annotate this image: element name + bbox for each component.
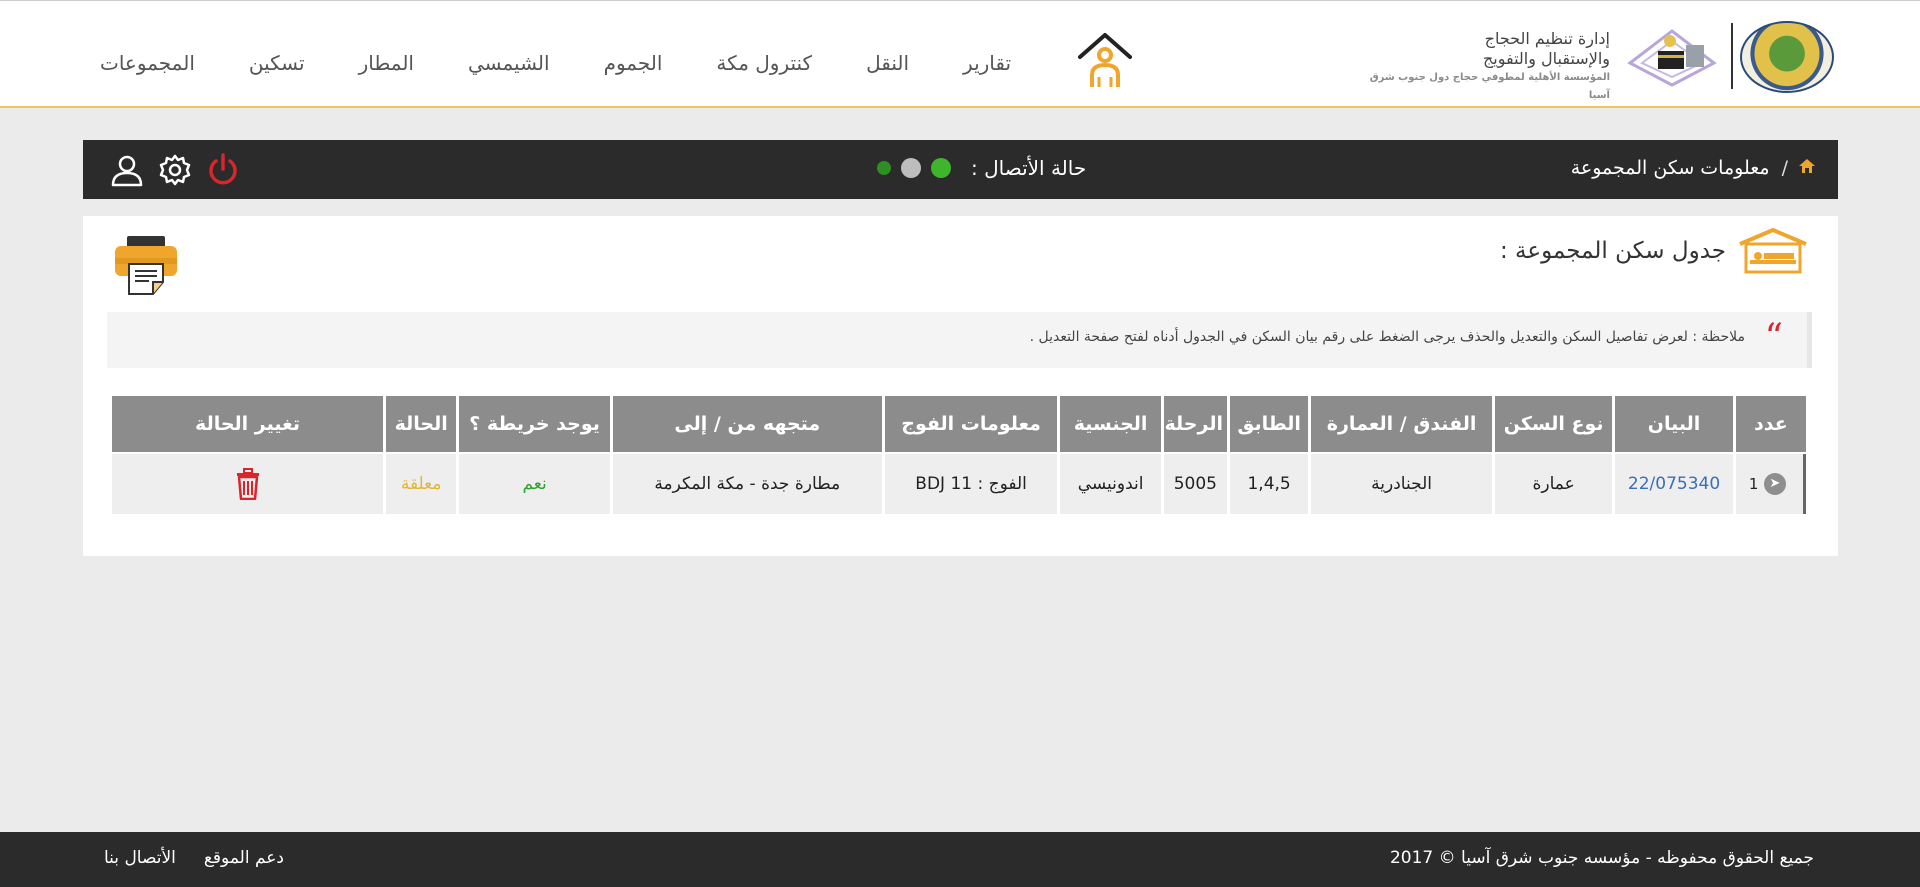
status-dot-gray	[901, 158, 921, 178]
quote-icon: “	[1764, 317, 1783, 358]
col-header-flight: الرحلة	[1163, 396, 1227, 452]
col-header-has-map: يوجد خريطة ؟	[459, 396, 610, 452]
breadcrumb-separator: /	[1781, 157, 1788, 179]
col-header-group-info: معلومات الفوج	[884, 396, 1058, 452]
logo-divider	[1731, 23, 1733, 89]
toolbar-icons	[109, 152, 241, 188]
arrow-circle-icon[interactable]: ➤	[1763, 473, 1786, 495]
logo-subtitle: والإستقبال والتفويج	[1482, 49, 1610, 68]
nav-airport[interactable]: المطار	[359, 51, 414, 79]
support-link[interactable]: دعم الموقع	[204, 848, 284, 868]
cell-housing-type: عمارة	[1494, 454, 1613, 514]
logo-org-name: المؤسسة الأهلية لمطوفي حجاج دول جنوب شرق…	[1369, 72, 1610, 101]
status-value: معلقة	[400, 474, 442, 494]
connection-status: حالة الأتصال :	[867, 156, 1086, 180]
has-map-value: نعم	[522, 474, 547, 494]
section-header: جدول سكن المجموعة :	[1500, 228, 1808, 274]
nav-housing[interactable]: تسكين	[249, 51, 305, 79]
footer: جميع الحقوق محفوظه - مؤسسه جنوب شرق آسيا…	[0, 832, 1920, 887]
cell-direction: مطارة جدة - مكة المكرمة	[612, 454, 882, 514]
footer-links: الأتصال بنا دعم الموقع	[104, 848, 284, 868]
col-header-change-status: تغيير الحالة	[112, 396, 384, 452]
kaaba-logo-icon	[1627, 29, 1717, 87]
housing-table: عدد البيان نوع السكن الفندق / العمارة ال…	[109, 394, 1809, 516]
col-header-status: الحالة	[386, 396, 457, 452]
nav-reports[interactable]: تقارير	[963, 51, 1011, 79]
bed-house-icon	[1739, 228, 1807, 274]
table-row: ➤ 1 22/075340 عمارة الجنادرية 1,4,5 5005…	[112, 454, 1806, 514]
top-header: إدارة تنظيم الحجاج والإستقبال والتفويج ا…	[0, 0, 1920, 108]
contact-link[interactable]: الأتصال بنا	[104, 848, 176, 868]
cell-change-status	[112, 454, 384, 514]
cell-status: معلقة	[386, 454, 457, 514]
cell-group-info: الفوج : BDJ 11	[884, 454, 1058, 514]
print-icon[interactable]	[113, 234, 179, 296]
cell-nationality: اندونيسي	[1060, 454, 1161, 514]
cell-floor: 1,4,5	[1229, 454, 1309, 514]
connection-status-label: حالة الأتصال :	[971, 156, 1087, 180]
col-header-direction: متجهه من / إلى	[612, 396, 882, 452]
note-box: “ ملاحظة : لعرض تفاصيل السكن والتعديل وا…	[107, 312, 1812, 368]
breadcrumb-current: معلومات سكن المجموعة	[1570, 157, 1770, 179]
table-header-row: عدد البيان نوع السكن الفندق / العمارة ال…	[112, 396, 1806, 452]
nav-shumaisi[interactable]: الشيمسي	[468, 51, 550, 79]
nav-transport[interactable]: النقل	[866, 51, 909, 79]
power-icon[interactable]	[205, 152, 241, 188]
user-icon[interactable]	[109, 152, 145, 188]
emblem-logo	[1740, 21, 1834, 93]
copyright-text: جميع الحقوق محفوظه - مؤسسه جنوب شرق آسيا…	[1389, 848, 1814, 868]
cell-hotel: الجنادرية	[1311, 454, 1492, 514]
nav-jumum[interactable]: الجموم	[604, 51, 663, 79]
col-header-floor: الطابق	[1229, 396, 1309, 452]
nav-groups[interactable]: المجموعات	[100, 51, 195, 79]
nav-makkah-control[interactable]: كنترول مكة	[716, 51, 812, 79]
col-header-count: عدد	[1735, 396, 1806, 452]
cell-has-map: نعم	[459, 454, 610, 514]
cell-statement: 22/075340	[1615, 454, 1733, 514]
page-toolbar: / معلومات سكن المجموعة حالة الأتصال :	[83, 140, 1838, 199]
col-header-housing-type: نوع السكن	[1494, 396, 1613, 452]
gear-icon[interactable]	[157, 152, 193, 188]
home-user-icon[interactable]	[1076, 31, 1134, 91]
statement-link[interactable]: 22/075340	[1628, 474, 1720, 494]
trash-icon[interactable]	[234, 468, 262, 501]
logo[interactable]: إدارة تنظيم الحجاج والإستقبال والتفويج ا…	[1364, 15, 1834, 101]
col-header-nationality: الجنسية	[1060, 396, 1161, 452]
col-header-hotel: الفندق / العمارة	[1311, 396, 1492, 452]
status-dot-green-large	[931, 158, 951, 178]
cell-count: ➤ 1	[1735, 454, 1806, 514]
note-text: ملاحظة : لعرض تفاصيل السكن والتعديل والح…	[1029, 329, 1745, 345]
cell-flight: 5005	[1163, 454, 1227, 514]
section-title: جدول سكن المجموعة :	[1499, 238, 1726, 264]
col-header-statement: البيان	[1615, 396, 1733, 452]
logo-title: إدارة تنظيم الحجاج	[1484, 29, 1610, 48]
content-panel: جدول سكن المجموعة : “ ملاحظة : لعرض تفاص…	[83, 216, 1838, 556]
main-nav: المجموعات تسكين المطار الشيمسي الجموم كن…	[100, 51, 1011, 79]
breadcrumb: / معلومات سكن المجموعة	[1571, 157, 1816, 179]
status-dot-green-small	[877, 161, 891, 175]
row-count: 1	[1748, 475, 1759, 493]
home-icon[interactable]	[1798, 158, 1816, 179]
